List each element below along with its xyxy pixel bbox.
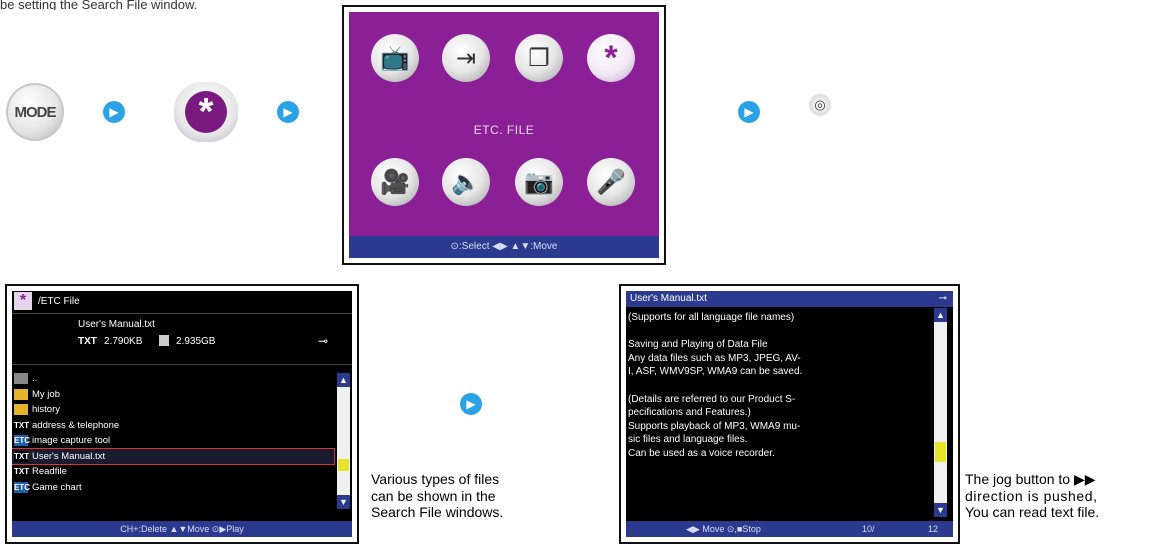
menu-screen: 📺 ⇥ ❐ * ETC. FILE 🎥 🔈 📷 🎤 ⊙:Select ◀▶ ▲▼… (342, 5, 666, 265)
arrow-right-icon: ▶ (277, 101, 299, 123)
txt-file-icon: TXT (14, 466, 30, 478)
scroll-down-icon[interactable]: ▼ (337, 495, 350, 509)
camera-icon[interactable]: 📷 (515, 158, 563, 206)
browser-path: /ETC File (38, 296, 80, 307)
viewer-footer: ◀▶ Move ⊙,■Stop 10/ 12 (626, 521, 953, 537)
storage-icon (159, 335, 169, 346)
tv-icon[interactable]: 📺 (371, 34, 419, 82)
menu-background: 📺 ⇥ ❐ * ETC. FILE 🎥 🔈 📷 🎤 ⊙:Select ◀▶ ▲▼… (349, 12, 659, 258)
folder-icon (14, 404, 28, 416)
viewer-title: User's Manual.txt ⊸ (626, 291, 953, 307)
list-item[interactable]: .. (12, 371, 334, 387)
list-item[interactable]: ETC Game chart (12, 480, 334, 496)
file-name: User's Manual.txt (78, 319, 155, 330)
parent-folder-icon (14, 373, 28, 385)
star-icon: * (14, 292, 32, 310)
star-icon[interactable]: * (587, 34, 635, 82)
file-info: User's Manual.txt TXT 2.790KB 2.935GB ⊸ (12, 313, 352, 365)
list-item[interactable]: TXT address & telephone (12, 418, 334, 434)
list-item[interactable]: TXT Readfile (12, 464, 334, 480)
viewer-body: (Supports for all language file names) S… (628, 311, 928, 461)
mode-button-label: MODE (14, 103, 57, 121)
browser-footer: CH+:Delete ▲▼Move ⊙▶Play (12, 521, 352, 537)
page-total: 12 (928, 524, 939, 534)
browser-header: * /ETC File (12, 291, 352, 313)
folder-icon (14, 388, 28, 400)
star-icon: * (185, 91, 227, 133)
scroll-down-icon[interactable]: ▼ (934, 503, 947, 517)
etc-file-icon: ETC (14, 435, 30, 447)
menu-footer: ⊙:Select ◀▶ ▲▼:Move (349, 236, 659, 258)
jog-button-icon[interactable]: ◎ (809, 94, 831, 116)
text-line: Any data files such as MP3, JPEG, AV- (628, 352, 801, 364)
text-line: pecifications and Features.) (628, 407, 751, 419)
text-line: sic files and language files. (628, 434, 748, 446)
arrow-right-icon: ▶ (460, 393, 482, 415)
list-item[interactable]: history (12, 402, 334, 418)
text-line: Can be used as a voice recorder. (628, 447, 775, 459)
list-item-selected[interactable]: TXT User's Manual.txt (12, 447, 335, 465)
scroll-thumb[interactable] (935, 442, 946, 462)
file-type: TXT (78, 336, 97, 347)
mode-button[interactable]: MODE (6, 83, 64, 141)
txt-file-icon: TXT (14, 450, 30, 462)
file-icon[interactable]: ❐ (515, 34, 563, 82)
plug-icon: ⊸ (938, 293, 947, 304)
page-number: 10/ (862, 524, 875, 534)
storage-value: 2.935GB (176, 336, 216, 347)
file-list: .. My job history TXT address & telephone… (12, 371, 335, 496)
video-icon[interactable]: 🎥 (371, 158, 419, 206)
plug-icon: ⊸ (318, 334, 329, 348)
top-text: be setting the Search File window. (0, 0, 198, 10)
list-item[interactable]: ETC image capture tool (12, 433, 334, 449)
arrow-right-icon: ▶ (103, 101, 125, 123)
text-line: I, ASF, WMV9SP, WMA9 can be saved. (628, 366, 803, 378)
list-item[interactable]: My job (12, 387, 334, 403)
star-button[interactable]: * (174, 82, 238, 142)
microphone-icon[interactable]: 🎤 (587, 158, 635, 206)
speaker-icon[interactable]: 🔈 (442, 158, 490, 206)
text-line: (Supports for all language file names) (628, 312, 795, 323)
file-size: 2.790KB (104, 336, 143, 347)
input-icon[interactable]: ⇥ (442, 34, 490, 82)
txt-file-icon: TXT (14, 419, 30, 431)
file-browser-screen: * /ETC File User's Manual.txt TXT 2.790K… (5, 284, 359, 544)
text-line: Supports playback of MP3, WMA9 mu- (628, 420, 801, 432)
etc-file-icon: ETC (14, 481, 30, 493)
scrollbar[interactable]: ▲ ▼ (934, 308, 947, 517)
scrollbar[interactable]: ▲ ▼ (337, 373, 350, 509)
scroll-up-icon[interactable]: ▲ (934, 308, 947, 322)
arrow-right-icon: ▶ (738, 101, 760, 123)
scroll-up-icon[interactable]: ▲ (337, 373, 350, 387)
menu-label: ETC. FILE (473, 123, 535, 137)
caption-left: Various types of files can be shown in t… (371, 471, 504, 520)
scroll-thumb[interactable] (338, 459, 349, 471)
text-line: (Details are referred to our Product S- (628, 393, 796, 405)
text-viewer-screen: User's Manual.txt ⊸ (Supports for all la… (619, 284, 960, 544)
caption-right: The jog button to ▶▶ direction is pushed… (965, 471, 1100, 520)
text-line: Saving and Playing of Data File (628, 339, 768, 351)
